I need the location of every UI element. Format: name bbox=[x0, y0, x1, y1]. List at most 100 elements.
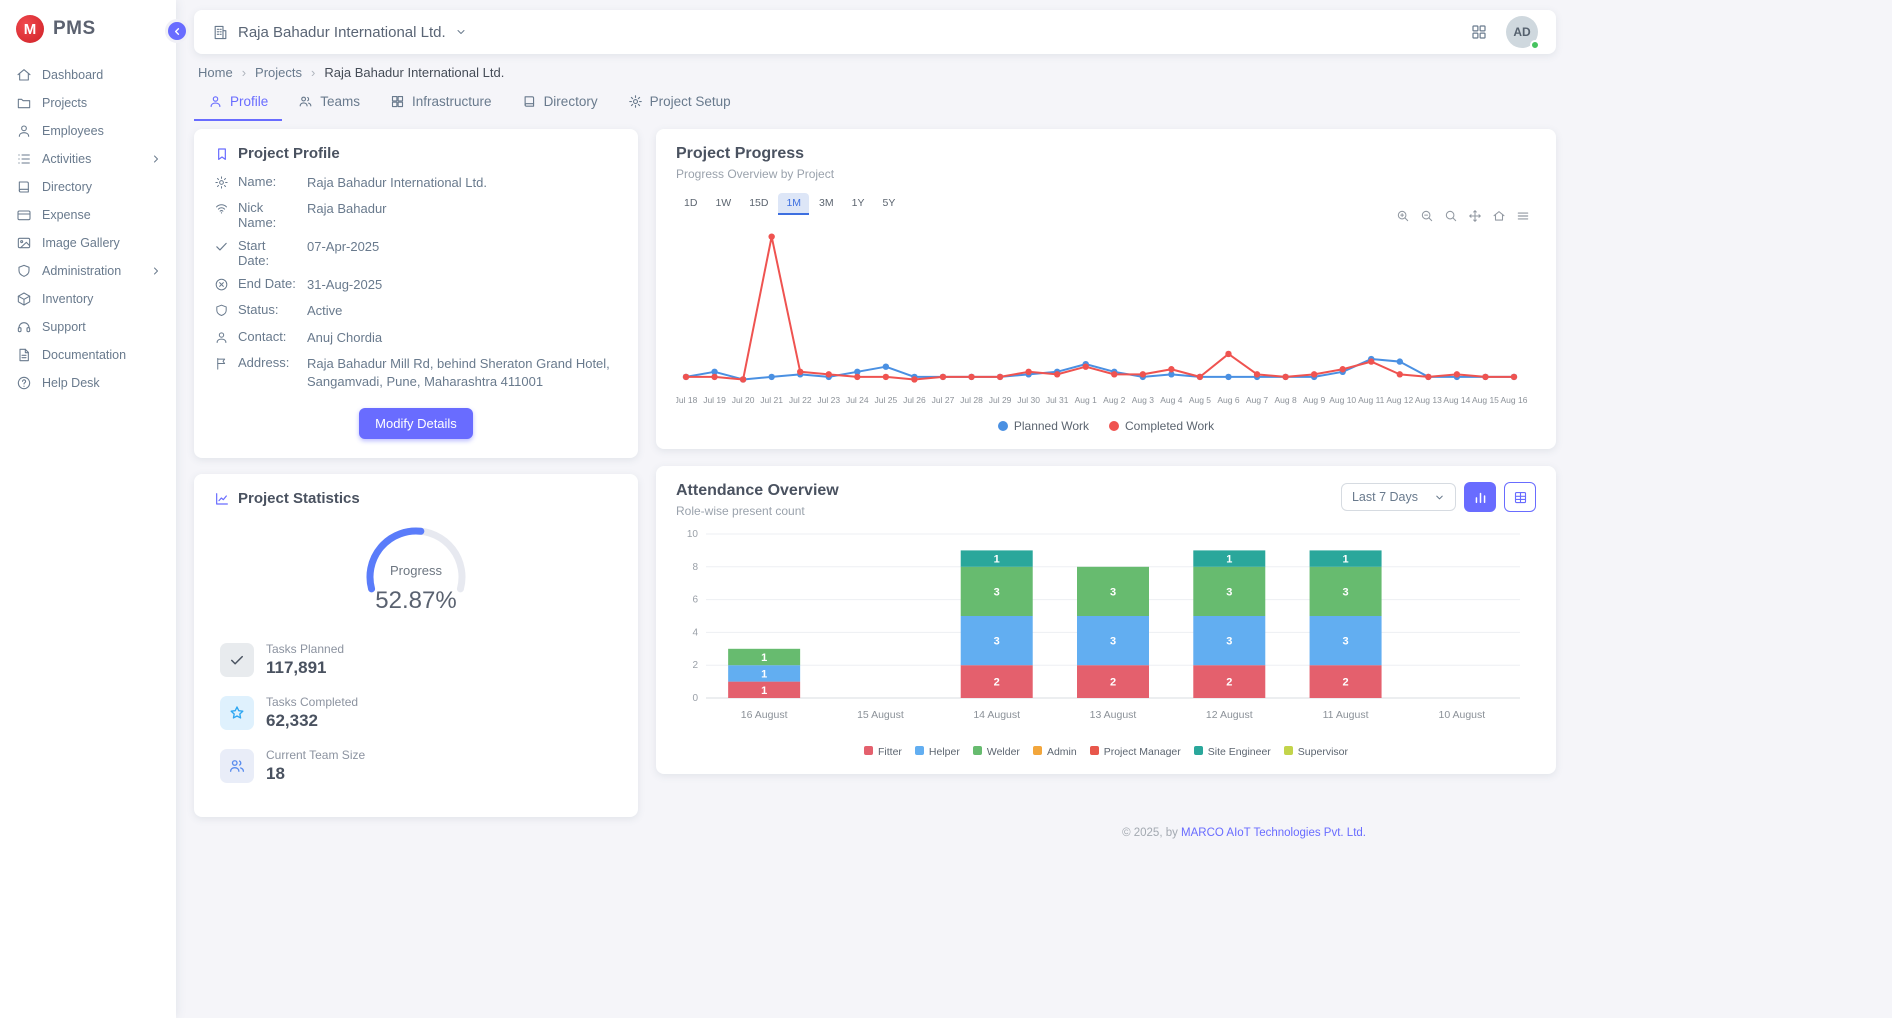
file-icon bbox=[16, 347, 32, 363]
project-statistics-card: Project Statistics Progress 52.87% Tasks… bbox=[194, 474, 638, 817]
legend-item[interactable]: Project Manager bbox=[1090, 746, 1181, 758]
chevron-right-icon bbox=[150, 153, 162, 165]
menu-icon[interactable] bbox=[1516, 209, 1530, 223]
svg-text:Aug 13: Aug 13 bbox=[1415, 395, 1442, 405]
svg-text:12 August: 12 August bbox=[1206, 709, 1253, 721]
list-icon bbox=[16, 151, 32, 167]
sidebar-item-documentation[interactable]: Documentation bbox=[0, 341, 176, 369]
chevron-down-icon bbox=[455, 26, 467, 38]
range-1d-button[interactable]: 1D bbox=[676, 193, 705, 215]
progress-line-chart[interactable]: Jul 18Jul 19Jul 20Jul 21Jul 22Jul 23Jul … bbox=[676, 217, 1528, 417]
tab-teams[interactable]: Teams bbox=[284, 85, 374, 121]
apps-grid-icon[interactable] bbox=[1470, 23, 1488, 41]
zoom-out-icon[interactable] bbox=[1420, 209, 1434, 223]
svg-text:1: 1 bbox=[761, 652, 767, 664]
sidebar-item-label: Activities bbox=[42, 152, 91, 166]
user-avatar[interactable]: AD bbox=[1506, 16, 1538, 48]
stat-tasks-completed: Tasks Completed 62,332 bbox=[220, 695, 618, 731]
modify-details-button[interactable]: Modify Details bbox=[359, 408, 473, 439]
sidebar-item-help-desk[interactable]: Help Desk bbox=[0, 369, 176, 397]
svg-text:Aug 10: Aug 10 bbox=[1329, 395, 1356, 405]
breadcrumb-current: Raja Bahadur International Ltd. bbox=[324, 65, 504, 80]
range-1y-button[interactable]: 1Y bbox=[844, 193, 873, 215]
pan-icon[interactable] bbox=[1468, 209, 1482, 223]
svg-text:Aug 14: Aug 14 bbox=[1443, 395, 1470, 405]
sidebar-item-image-gallery[interactable]: Image Gallery bbox=[0, 229, 176, 257]
sidebar-item-label: Administration bbox=[42, 264, 121, 278]
tab-project-setup[interactable]: Project Setup bbox=[614, 85, 745, 121]
sidebar-item-directory[interactable]: Directory bbox=[0, 173, 176, 201]
attendance-bar-chart: 024681011116 August15 August233114 Augus… bbox=[676, 528, 1528, 740]
home-icon bbox=[16, 67, 32, 83]
company-selector[interactable]: Raja Bahadur International Ltd. bbox=[212, 24, 467, 41]
tab-directory[interactable]: Directory bbox=[508, 85, 612, 121]
range-15d-button[interactable]: 15D bbox=[741, 193, 776, 215]
svg-text:3: 3 bbox=[1343, 586, 1349, 598]
svg-text:Aug 2: Aug 2 bbox=[1103, 395, 1125, 405]
svg-text:Aug 7: Aug 7 bbox=[1246, 395, 1268, 405]
chart-subtitle: Role-wise present count bbox=[676, 504, 839, 518]
sidebar-item-expense[interactable]: Expense bbox=[0, 201, 176, 229]
autoscale-icon[interactable] bbox=[1444, 209, 1458, 223]
app-logo[interactable]: M PMS bbox=[0, 0, 176, 57]
breadcrumb-home[interactable]: Home bbox=[198, 65, 233, 80]
footer-text: © 2025, by bbox=[1122, 827, 1181, 839]
star-icon bbox=[220, 696, 254, 730]
legend-item[interactable]: Supervisor bbox=[1284, 746, 1348, 758]
sidebar-collapse-button[interactable] bbox=[165, 19, 189, 43]
svg-text:Aug 1: Aug 1 bbox=[1075, 395, 1097, 405]
sidebar-item-administration[interactable]: Administration bbox=[0, 257, 176, 285]
svg-text:3: 3 bbox=[1226, 586, 1232, 598]
gauge-value: 52.87% bbox=[351, 587, 481, 615]
home-reset-icon[interactable] bbox=[1492, 209, 1506, 223]
shield-icon bbox=[16, 263, 32, 279]
legend-item[interactable]: Admin bbox=[1033, 746, 1077, 758]
legend-item[interactable]: Fitter bbox=[864, 746, 902, 758]
svg-text:Aug 16: Aug 16 bbox=[1501, 395, 1528, 405]
svg-text:6: 6 bbox=[692, 595, 698, 606]
sidebar-item-support[interactable]: Support bbox=[0, 313, 176, 341]
legend-item[interactable]: Welder bbox=[973, 746, 1020, 758]
svg-text:4: 4 bbox=[692, 627, 698, 638]
zoom-in-icon[interactable] bbox=[1396, 209, 1410, 223]
svg-text:3: 3 bbox=[1343, 636, 1349, 648]
users-icon bbox=[298, 94, 313, 109]
table-view-button[interactable] bbox=[1504, 482, 1536, 512]
range-3m-button[interactable]: 3M bbox=[811, 193, 842, 215]
legend-item[interactable]: Completed Work bbox=[1109, 419, 1214, 433]
range-1m-button[interactable]: 1M bbox=[778, 193, 809, 215]
footer-company-link[interactable]: MARCO AIoT Technologies Pvt. Ltd. bbox=[1181, 827, 1366, 839]
svg-text:Aug 15: Aug 15 bbox=[1472, 395, 1499, 405]
sidebar-item-projects[interactable]: Projects bbox=[0, 89, 176, 117]
sidebar-item-employees[interactable]: Employees bbox=[0, 117, 176, 145]
x-circle-icon bbox=[214, 277, 229, 292]
legend-item[interactable]: Site Engineer bbox=[1194, 746, 1271, 758]
svg-text:0: 0 bbox=[692, 693, 698, 704]
svg-text:3: 3 bbox=[1110, 636, 1116, 648]
svg-text:Jul 29: Jul 29 bbox=[989, 395, 1012, 405]
svg-text:3: 3 bbox=[994, 636, 1000, 648]
sidebar-item-dashboard[interactable]: Dashboard bbox=[0, 61, 176, 89]
svg-text:Jul 19: Jul 19 bbox=[703, 395, 726, 405]
field-contact: Contact: Anuj Chordia bbox=[214, 325, 618, 351]
tab-infrastructure[interactable]: Infrastructure bbox=[376, 85, 506, 121]
tab-profile[interactable]: Profile bbox=[194, 85, 282, 121]
svg-text:Jul 20: Jul 20 bbox=[732, 395, 755, 405]
range-5y-button[interactable]: 5Y bbox=[874, 193, 903, 215]
legend-item[interactable]: Planned Work bbox=[998, 419, 1089, 433]
svg-text:Aug 4: Aug 4 bbox=[1160, 395, 1182, 405]
breadcrumb-separator: › bbox=[311, 65, 315, 80]
book-icon bbox=[522, 94, 537, 109]
attendance-overview-card: Attendance Overview Role-wise present co… bbox=[656, 466, 1556, 774]
sidebar-item-activities[interactable]: Activities bbox=[0, 145, 176, 173]
field-address: Address: Raja Bahadur Mill Rd, behind Sh… bbox=[214, 351, 618, 395]
chevron-down-icon bbox=[1434, 492, 1445, 503]
company-name: Raja Bahadur International Ltd. bbox=[238, 24, 446, 41]
sidebar-item-inventory[interactable]: Inventory bbox=[0, 285, 176, 313]
bar-chart-view-button[interactable] bbox=[1464, 482, 1496, 512]
date-range-select[interactable]: Last 7 Days bbox=[1341, 483, 1456, 511]
svg-text:1: 1 bbox=[1343, 554, 1349, 566]
legend-item[interactable]: Helper bbox=[915, 746, 960, 758]
range-1w-button[interactable]: 1W bbox=[707, 193, 739, 215]
breadcrumb-projects[interactable]: Projects bbox=[255, 65, 302, 80]
